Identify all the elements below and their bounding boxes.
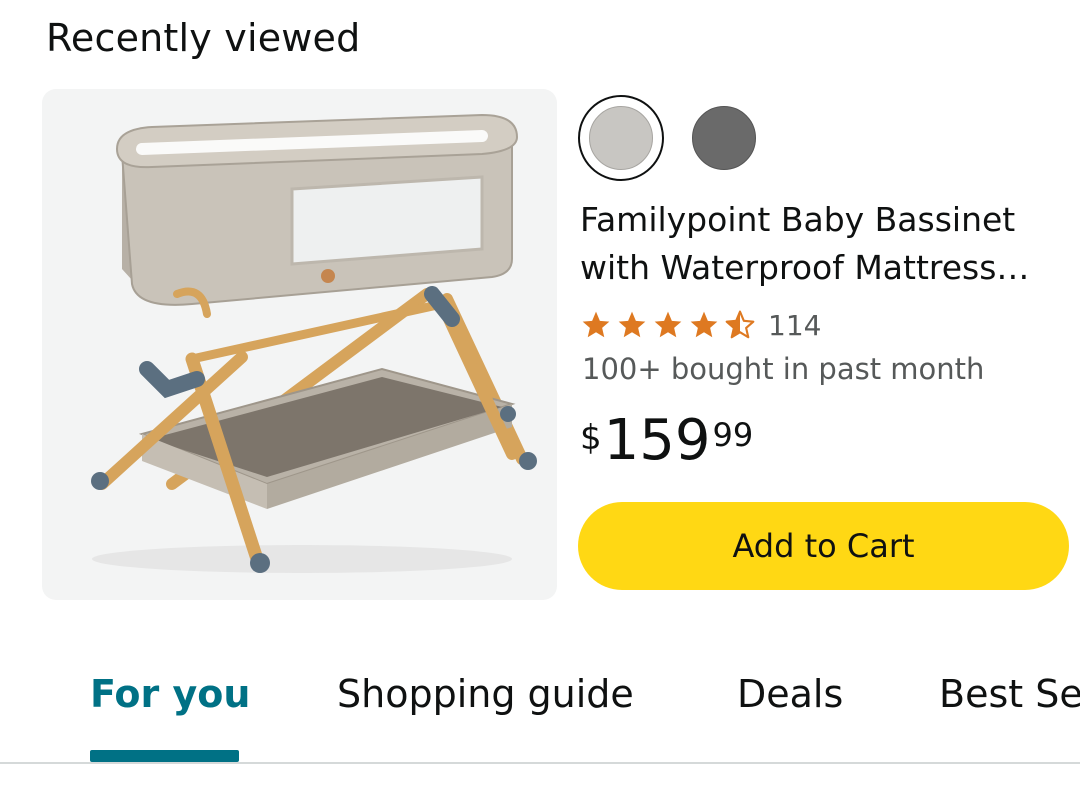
price-symbol: $ xyxy=(580,418,602,458)
active-tab-indicator xyxy=(90,750,239,762)
tab-deals[interactable]: Deals xyxy=(737,672,843,716)
product-title-line-1: Familypoint Baby Bassinet xyxy=(580,200,1016,239)
tabs-divider xyxy=(0,762,1080,764)
price-whole: 159 xyxy=(603,408,711,473)
color-swatch-dark-gray[interactable] xyxy=(692,106,756,170)
add-to-cart-button[interactable]: Add to Cart xyxy=(578,502,1069,590)
tab-best-sellers[interactable]: Best Se xyxy=(939,672,1080,716)
rating-row[interactable]: 114 xyxy=(580,305,821,345)
star-full-icon xyxy=(690,311,718,338)
product-title-line-2: with Waterproof Mattress… xyxy=(580,248,1030,287)
tab-shopping-guide[interactable]: Shopping guide xyxy=(337,672,634,716)
product-image[interactable] xyxy=(42,89,557,600)
star-full-icon xyxy=(654,311,682,338)
star-full-icon xyxy=(582,311,610,338)
bought-in-past-month: 100+ bought in past month xyxy=(582,352,985,386)
section-title: Recently viewed xyxy=(46,16,361,60)
price-fraction: 99 xyxy=(712,416,754,454)
swatch-fill xyxy=(589,106,653,170)
rating-count[interactable]: 114 xyxy=(768,309,821,342)
tab-for-you[interactable]: For you xyxy=(90,672,250,716)
star-full-icon xyxy=(618,311,646,338)
product-title[interactable]: Familypoint Baby Bassinet with Waterproo… xyxy=(580,196,1050,292)
bassinet-illustration xyxy=(91,113,537,573)
category-tabs: For you Shopping guide Deals Best Se xyxy=(0,650,1080,762)
color-swatch-light-gray[interactable] xyxy=(578,95,664,181)
star-half-icon xyxy=(725,310,755,339)
star-rating xyxy=(580,309,760,341)
price: $ 159 99 xyxy=(580,408,753,474)
